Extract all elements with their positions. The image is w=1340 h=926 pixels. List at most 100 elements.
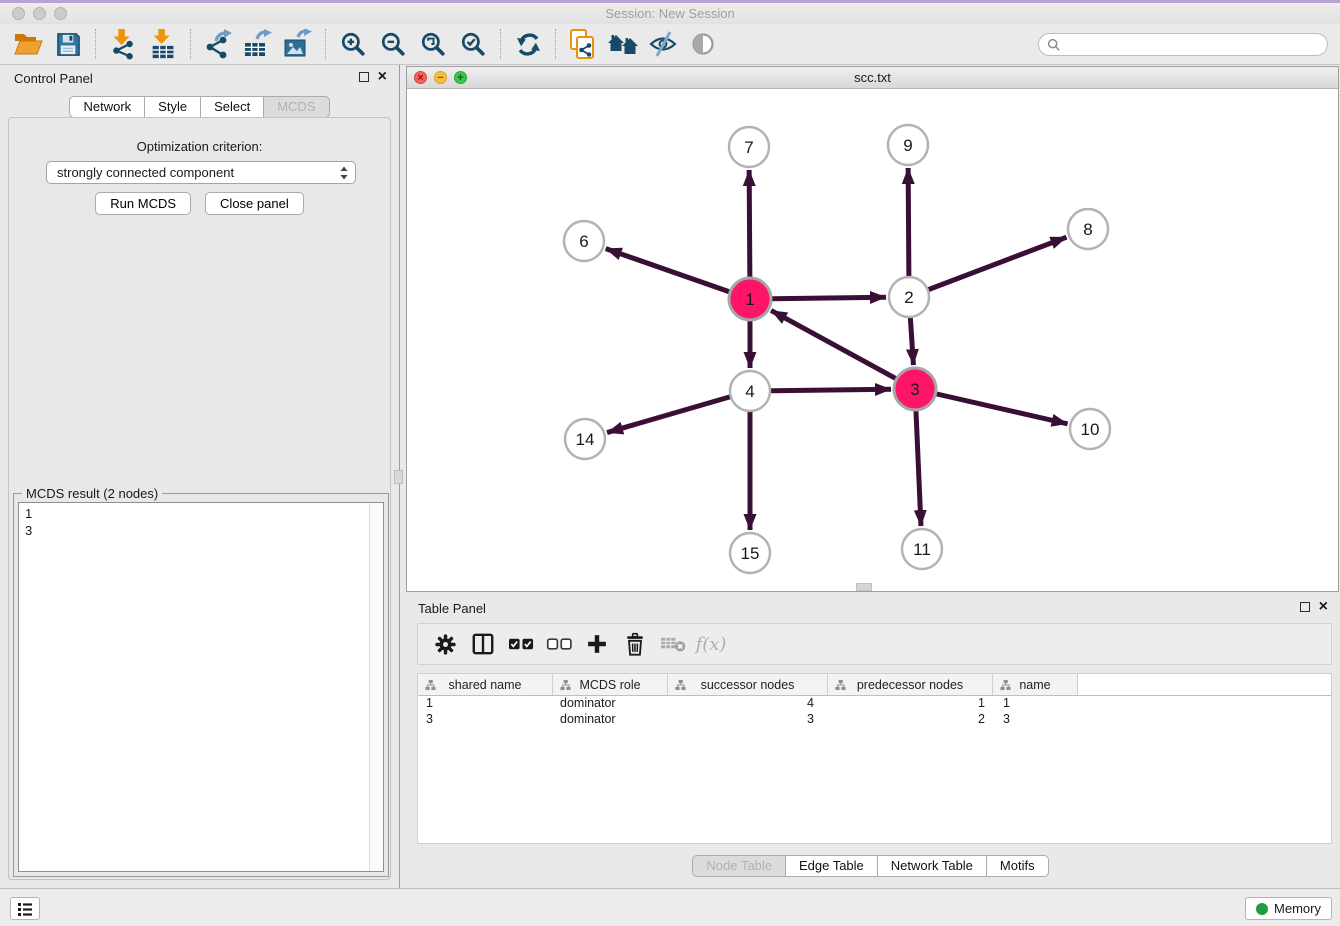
export-network-button[interactable] [198, 26, 238, 62]
graph-node-8[interactable]: 8 [1068, 209, 1108, 249]
add-column-button[interactable] [580, 628, 614, 660]
export-table-button[interactable] [238, 26, 278, 62]
open-session-button[interactable] [8, 26, 48, 62]
column-selector-button[interactable] [466, 628, 500, 660]
search-icon [1047, 38, 1061, 52]
graph-node-14[interactable]: 14 [565, 419, 605, 459]
app-title: Session: New Session [0, 6, 1340, 21]
zoom-out-button[interactable] [373, 26, 413, 62]
select-all-columns-button[interactable] [504, 628, 538, 660]
node-label: 10 [1081, 420, 1100, 439]
hide-selected-button[interactable] [643, 26, 683, 62]
table-tab-network-table[interactable]: Network Table [878, 855, 987, 877]
graph-edge-3-1[interactable] [771, 310, 915, 389]
zoom-selected-button[interactable] [453, 26, 493, 62]
graph-edge-2-8[interactable] [909, 237, 1066, 297]
clone-network-button[interactable] [563, 26, 603, 62]
network-canvas-wrap: 7 9 6 8 1 2 4 3 14 10 15 11 [407, 89, 1338, 591]
table-panel-title: Table Panel [418, 601, 486, 616]
column-label: name [1019, 678, 1050, 692]
column-header-predecessor-nodes[interactable]: predecessor nodes [828, 674, 993, 695]
result-scrollbar[interactable] [369, 503, 383, 871]
task-history-button[interactable] [10, 897, 40, 920]
control-panel-float-button[interactable] [359, 72, 369, 82]
checked-boxes-icon [508, 635, 535, 653]
refresh-icon [515, 31, 542, 58]
network-canvas[interactable]: 7 9 6 8 1 2 4 3 14 10 15 11 [407, 89, 1338, 592]
app-titlebar: Session: New Session [0, 3, 1340, 24]
mcds-result-title: MCDS result (2 nodes) [22, 486, 162, 501]
memory-label: Memory [1274, 901, 1321, 916]
refresh-button[interactable] [508, 26, 548, 62]
save-session-button[interactable] [48, 26, 88, 62]
column-header-shared-name[interactable]: shared name [418, 674, 553, 695]
node-label: 15 [741, 544, 760, 563]
table-options-button[interactable] [428, 628, 462, 660]
tab-mcds[interactable]: MCDS [264, 96, 329, 118]
app-minimize-button[interactable] [33, 7, 46, 20]
graph-edge-3-10[interactable] [915, 389, 1068, 424]
tab-select[interactable]: Select [201, 96, 264, 118]
graph-node-6[interactable]: 6 [564, 221, 604, 261]
node-label: 11 [913, 540, 931, 559]
table-body: 1dominator4113dominator323 [418, 696, 1331, 728]
canvas-splitter-grip[interactable] [856, 583, 872, 591]
import-table-icon [148, 28, 178, 60]
table-panel-close-button[interactable]: × [1319, 601, 1328, 613]
table-row[interactable]: 1dominator411 [418, 696, 1331, 712]
trash-icon [623, 632, 647, 657]
import-network-button[interactable] [103, 26, 143, 62]
node-label: 7 [744, 138, 753, 157]
memory-button[interactable]: Memory [1245, 897, 1332, 920]
graph-node-4[interactable]: 4 [730, 371, 770, 411]
zoom-fit-button[interactable] [413, 26, 453, 62]
delete-column-button[interactable] [618, 628, 652, 660]
column-header-successor-nodes[interactable]: successor nodes [668, 674, 828, 695]
table-row[interactable]: 3dominator323 [418, 712, 1331, 728]
column-label: shared name [449, 678, 522, 692]
table-header-row: shared name MCDS rolesuccessor nodesprede… [418, 674, 1331, 696]
node-label: 4 [745, 382, 754, 401]
toolbar-separator [555, 29, 556, 59]
graph-node-9[interactable]: 9 [888, 125, 928, 165]
table-panel-float-button[interactable] [1300, 602, 1310, 612]
column-header-name[interactable]: name [993, 674, 1078, 695]
search-input[interactable] [1066, 36, 1327, 54]
control-panel-close-button[interactable]: × [378, 71, 387, 83]
graph-node-15[interactable]: 15 [730, 533, 770, 573]
app-zoom-button[interactable] [54, 7, 67, 20]
table-tab-motifs[interactable]: Motifs [987, 855, 1049, 877]
export-image-button[interactable] [278, 26, 318, 62]
table-tab-node-table[interactable]: Node Table [692, 855, 786, 877]
first-neighbors-button[interactable] [603, 26, 643, 62]
delete-table-button[interactable] [656, 628, 690, 660]
graph-edge-1-6[interactable] [606, 249, 750, 299]
close-panel-button[interactable]: Close panel [205, 192, 304, 215]
unselect-all-columns-button[interactable] [542, 628, 576, 660]
app-close-button[interactable] [12, 7, 25, 20]
optimization-criterion-select[interactable]: strongly connected component [46, 161, 356, 184]
status-bar: Memory [0, 888, 1340, 926]
function-builder-button[interactable]: f(x) [694, 628, 728, 660]
graph-node-1[interactable]: 1 [729, 278, 771, 320]
zoom-in-button[interactable] [333, 26, 373, 62]
table-tab-edge-table[interactable]: Edge Table [786, 855, 878, 877]
memory-status-icon [1256, 903, 1268, 915]
column-header-MCDS-role[interactable]: MCDS role [553, 674, 668, 695]
graph-node-10[interactable]: 10 [1070, 409, 1110, 449]
network-window-titlebar[interactable]: × − + scc.txt [407, 67, 1338, 89]
import-table-button[interactable] [143, 26, 183, 62]
mcds-result-group: MCDS result (2 nodes) 13 [13, 493, 389, 877]
graph-node-3[interactable]: 3 [894, 368, 936, 410]
result-line: 3 [25, 522, 368, 539]
graph-node-7[interactable]: 7 [729, 127, 769, 167]
graph-node-2[interactable]: 2 [889, 277, 929, 317]
graph-node-11[interactable]: 11 [902, 529, 942, 569]
save-floppy-icon [55, 31, 82, 58]
show-graphics-details-button[interactable] [683, 26, 723, 62]
node-table: shared name MCDS rolesuccessor nodesprede… [417, 673, 1332, 844]
tab-style[interactable]: Style [145, 96, 201, 118]
graph-edge-4-14[interactable] [607, 391, 750, 433]
tab-network[interactable]: Network [69, 96, 145, 118]
run-mcds-button[interactable]: Run MCDS [95, 192, 191, 215]
